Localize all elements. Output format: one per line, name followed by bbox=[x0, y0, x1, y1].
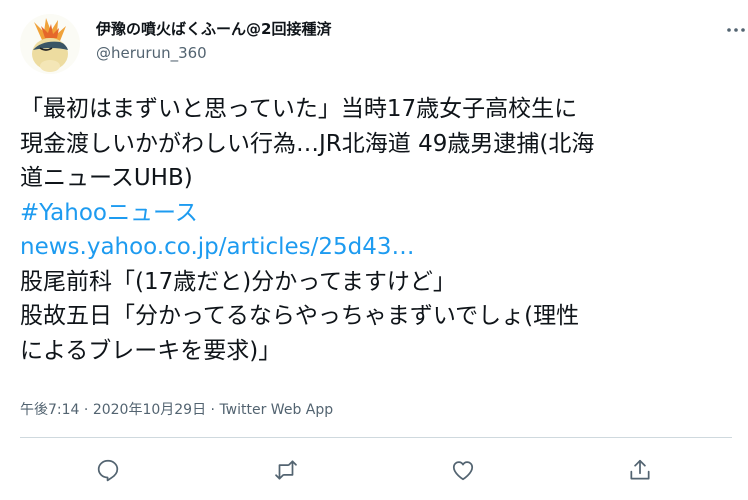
tweet-text-line: 道ニュースUHB) bbox=[20, 165, 193, 191]
user-handle[interactable]: @herurun_360 bbox=[96, 44, 207, 62]
share-icon bbox=[630, 459, 650, 480]
divider bbox=[20, 437, 732, 438]
tweet-time[interactable]: 午後7:14 bbox=[20, 402, 79, 418]
hashtag-link[interactable]: #Yahooニュース bbox=[20, 196, 732, 231]
tweet-date[interactable]: 2020年10月29日 bbox=[93, 402, 206, 418]
tweet-comment-line: 股尾前科「(17歳だと)分かってますけど」 bbox=[20, 268, 456, 295]
tweet-text: 「最初はまずいと思っていた」当時17歳女子高校生に 現金渡しいかがわしい行為…J… bbox=[20, 92, 732, 368]
share-button[interactable] bbox=[625, 455, 655, 485]
article-link[interactable]: news.yahoo.co.jp/articles/25d43… bbox=[20, 230, 732, 265]
more-horizontal-icon bbox=[727, 28, 745, 32]
tweet-comment-line: 股故五日「分かってるならやっちゃまずいでしょ(理性 bbox=[20, 303, 580, 329]
avatar[interactable] bbox=[20, 14, 80, 74]
display-name[interactable]: 伊豫の噴火ばくふーん@2回接種済 bbox=[96, 18, 331, 39]
like-button[interactable] bbox=[448, 455, 478, 485]
tweet-source[interactable]: Twitter Web App bbox=[219, 402, 333, 418]
meta-separator: · bbox=[79, 402, 93, 418]
retweet-button[interactable] bbox=[271, 455, 301, 485]
meta-separator: · bbox=[206, 402, 220, 418]
tweet-meta: 午後7:14 · 2020年10月29日 · Twitter Web App bbox=[20, 399, 333, 419]
more-options-button[interactable] bbox=[726, 20, 746, 40]
retweet-icon bbox=[275, 460, 297, 480]
like-icon bbox=[452, 461, 474, 481]
tweet-comment-line: によるブレーキを要求)」 bbox=[20, 337, 282, 364]
reply-button[interactable] bbox=[93, 455, 123, 485]
tweet-text-line: 「最初はまずいと思っていた」当時17歳女子高校生に bbox=[20, 96, 578, 122]
reply-icon bbox=[97, 459, 119, 482]
tweet-text-line: 現金渡しいかがわしい行為…JR北海道 49歳男逮捕(北海 bbox=[20, 130, 595, 157]
cyndaquil-avatar-icon bbox=[20, 14, 80, 74]
